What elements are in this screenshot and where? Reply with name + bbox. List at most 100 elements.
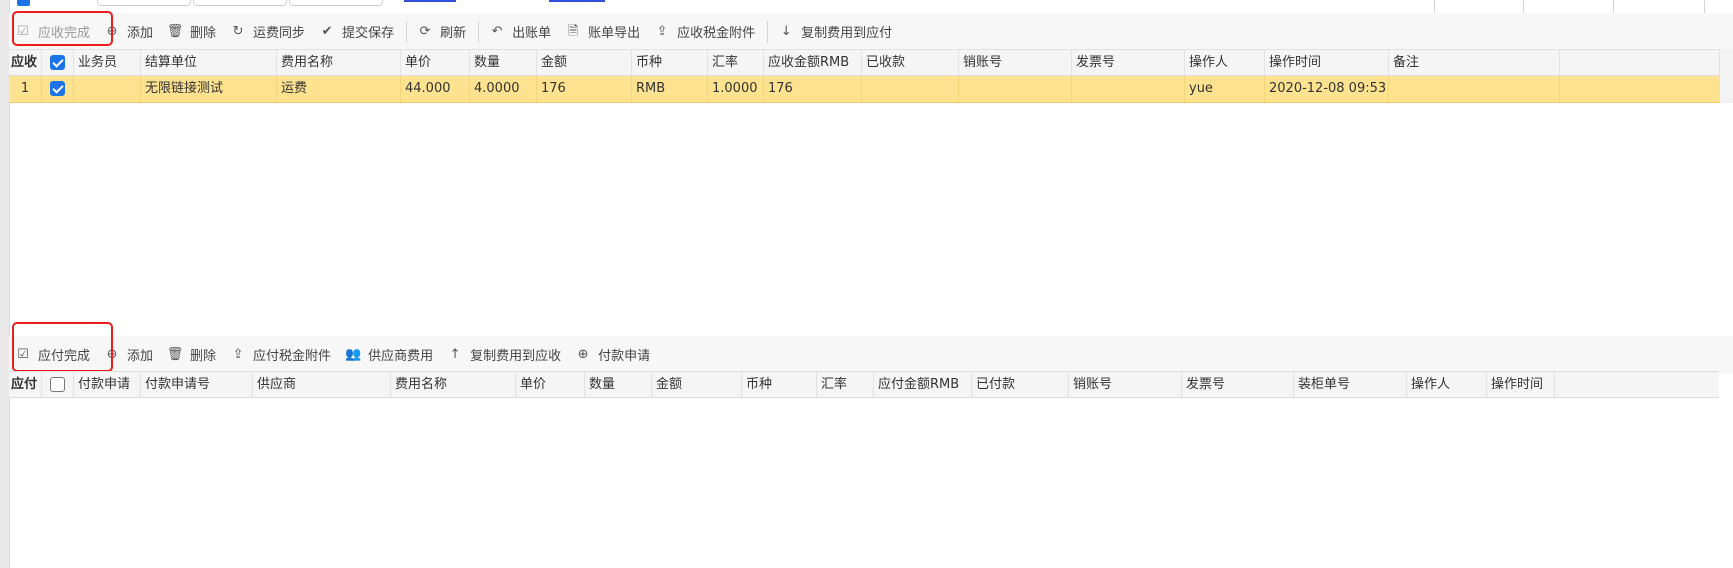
column-header[interactable]: 结算单位	[141, 50, 277, 75]
table-cell[interactable]: 44.000	[401, 76, 470, 102]
supplier-fees-label: 供应商费用	[368, 349, 434, 364]
table-cell[interactable]: yue	[1185, 76, 1265, 102]
column-header[interactable]: 操作时间	[1265, 50, 1389, 75]
receivable-scrollbar[interactable]	[1719, 49, 1733, 103]
top-field-3[interactable]	[289, 0, 383, 6]
top-link-1[interactable]	[404, 0, 456, 2]
column-header[interactable]: 单价	[516, 372, 585, 397]
table-cell[interactable]: 1.0000	[708, 76, 764, 102]
receivable-tax-attachment-label: 应收税金附件	[677, 26, 756, 41]
payment-request-label: 付款申请	[598, 349, 651, 364]
column-header[interactable]: 已付款	[972, 372, 1069, 397]
export-bill-button[interactable]: 🗎 账单导出	[559, 18, 648, 46]
top-field-2[interactable]	[193, 0, 287, 6]
column-header[interactable]: 已收款	[862, 50, 959, 75]
column-header[interactable]: 币种	[632, 50, 708, 75]
sync-icon: ↻	[232, 24, 244, 39]
receivable-toolbar: ☑ 应收完成 ⊕ 添加 🗑 删除 ↻ 运费同步 ✔ 提交保存 ⟳ 刷新 ↶ 出账单 🗎 账单导出 ⇪ 应收税金附件…	[9, 13, 1733, 50]
select-all-checkbox[interactable]	[42, 372, 74, 397]
column-header[interactable]: 付款申请号	[141, 372, 253, 397]
delete-payable-label: 删除	[190, 349, 217, 364]
table-cell[interactable]: 无限链接测试	[141, 76, 277, 102]
complete-payable-button[interactable]: ☑ 应付完成	[9, 341, 98, 369]
column-header[interactable]: 业务员	[74, 50, 141, 75]
trash-icon: 🗑	[166, 347, 184, 362]
table-cell[interactable]: 运费	[277, 76, 401, 102]
column-header[interactable]: 汇率	[817, 372, 874, 397]
column-header[interactable]: 币种	[742, 372, 817, 397]
column-header[interactable]: 销账号	[959, 50, 1072, 75]
freight-sync-button[interactable]: ↻ 运费同步	[224, 18, 313, 46]
select-all-checkbox[interactable]	[42, 50, 74, 75]
column-header[interactable]: 操作时间	[1487, 372, 1555, 397]
column-header[interactable]: 装柜单号	[1294, 372, 1407, 397]
payment-request-button[interactable]: ⊕ 付款申请	[569, 341, 658, 369]
submit-save-label: 提交保存	[342, 26, 395, 41]
payable-tax-attachment-button[interactable]: ⇪ 应付税金附件	[224, 341, 339, 369]
arrow-down-icon: ↓	[780, 24, 792, 39]
copy-to-payable-label: 复制费用到应付	[801, 26, 893, 41]
plus-circle-icon: ⊕	[106, 24, 118, 39]
column-header[interactable]: 发票号	[1072, 50, 1185, 75]
check-square-icon: ☑	[17, 24, 29, 39]
submit-save-button[interactable]: ✔ 提交保存	[313, 18, 402, 46]
payable-grid: 应付 付款申请 付款申请号 供应商 费用名称 单价 数量 金额 币种 汇率 应付金额RMB 已付款 销账…	[9, 371, 1719, 568]
table-cell[interactable]: 176	[537, 76, 632, 102]
column-header[interactable]: 金额	[537, 50, 632, 75]
payable-header-row: 应付 付款申请 付款申请号 供应商 费用名称 单价 数量 金额 币种 汇率 应付金额RMB 已付款 销账…	[9, 371, 1719, 398]
column-header[interactable]: 应付金额RMB	[874, 372, 972, 397]
table-cell[interactable]	[74, 76, 141, 102]
check-square-icon: ☑	[17, 347, 29, 362]
table-cell[interactable]: RMB	[632, 76, 708, 102]
copy-to-payable-button[interactable]: ↓ 复制费用到应付	[772, 18, 900, 46]
table-cell[interactable]: 4.0000	[470, 76, 537, 102]
reply-icon: ↶	[491, 24, 503, 39]
checkbox-checked-icon	[50, 55, 65, 70]
refresh-label: 刷新	[440, 26, 467, 41]
checkbox-unchecked-icon	[50, 377, 65, 392]
top-link-2[interactable]	[549, 0, 605, 2]
plus-circle-icon: ⊕	[577, 347, 589, 362]
copy-to-receivable-button[interactable]: ↑ 复制费用到应收	[441, 341, 569, 369]
column-header[interactable]: 金额	[652, 372, 742, 397]
delete-receivable-button[interactable]: 🗑 删除	[161, 18, 224, 46]
table-cell[interactable]: 176	[764, 76, 862, 102]
column-header[interactable]: 应收金额RMB	[764, 50, 862, 75]
complete-receivable-button[interactable]: ☑ 应收完成	[9, 18, 98, 46]
column-header[interactable]: 单价	[401, 50, 470, 75]
table-cell[interactable]	[959, 76, 1072, 102]
top-checkbox[interactable]	[17, 0, 30, 6]
receivable-header-row: 应收 业务员 结算单位 费用名称 单价 数量 金额 币种 汇率 应收金额RMB 已收款 销账号 发票号操…	[9, 49, 1719, 76]
column-header[interactable]: 付款申请	[74, 372, 141, 397]
supplier-fees-button[interactable]: 👥 供应商费用	[339, 341, 441, 369]
table-cell[interactable]	[1072, 76, 1185, 102]
column-header[interactable]: 销账号	[1069, 372, 1182, 397]
top-field-1[interactable]	[97, 0, 191, 6]
row-checkbox[interactable]	[42, 76, 74, 102]
refresh-button[interactable]: ⟳ 刷新	[411, 18, 474, 46]
column-header[interactable]: 操作人	[1185, 50, 1265, 75]
add-payable-button[interactable]: ⊕ 添加	[98, 341, 161, 369]
column-header[interactable]: 备注	[1389, 50, 1560, 75]
column-header[interactable]: 数量	[470, 50, 537, 75]
table-cell[interactable]: 2020-12-08 09:53	[1265, 76, 1389, 102]
column-header[interactable]: 数量	[585, 372, 652, 397]
column-header[interactable]: 供应商	[253, 372, 391, 397]
table-row[interactable]: 1 无限链接测试 运费 44.000 4.0000 176 RMB 1.0000 176 yue 2…	[9, 76, 1719, 103]
create-bill-button[interactable]: ↶ 出账单	[483, 18, 559, 46]
payable-tag: 应付	[9, 372, 42, 397]
table-cell[interactable]	[862, 76, 959, 102]
freight-sync-label: 运费同步	[253, 26, 306, 41]
add-receivable-button[interactable]: ⊕ 添加	[98, 18, 161, 46]
delete-payable-button[interactable]: 🗑 删除	[161, 341, 224, 369]
delete-receivable-label: 删除	[190, 26, 217, 41]
column-header[interactable]: 费用名称	[277, 50, 401, 75]
column-header[interactable]: 操作人	[1407, 372, 1487, 397]
column-header[interactable]: 发票号	[1182, 372, 1294, 397]
receivable-tax-attachment-button[interactable]: ⇪ 应收税金附件	[648, 18, 763, 46]
add-receivable-label: 添加	[127, 26, 154, 41]
payable-tax-attachment-label: 应付税金附件	[253, 349, 332, 364]
column-header[interactable]: 汇率	[708, 50, 764, 75]
table-cell[interactable]	[1389, 76, 1560, 102]
column-header[interactable]: 费用名称	[391, 372, 516, 397]
